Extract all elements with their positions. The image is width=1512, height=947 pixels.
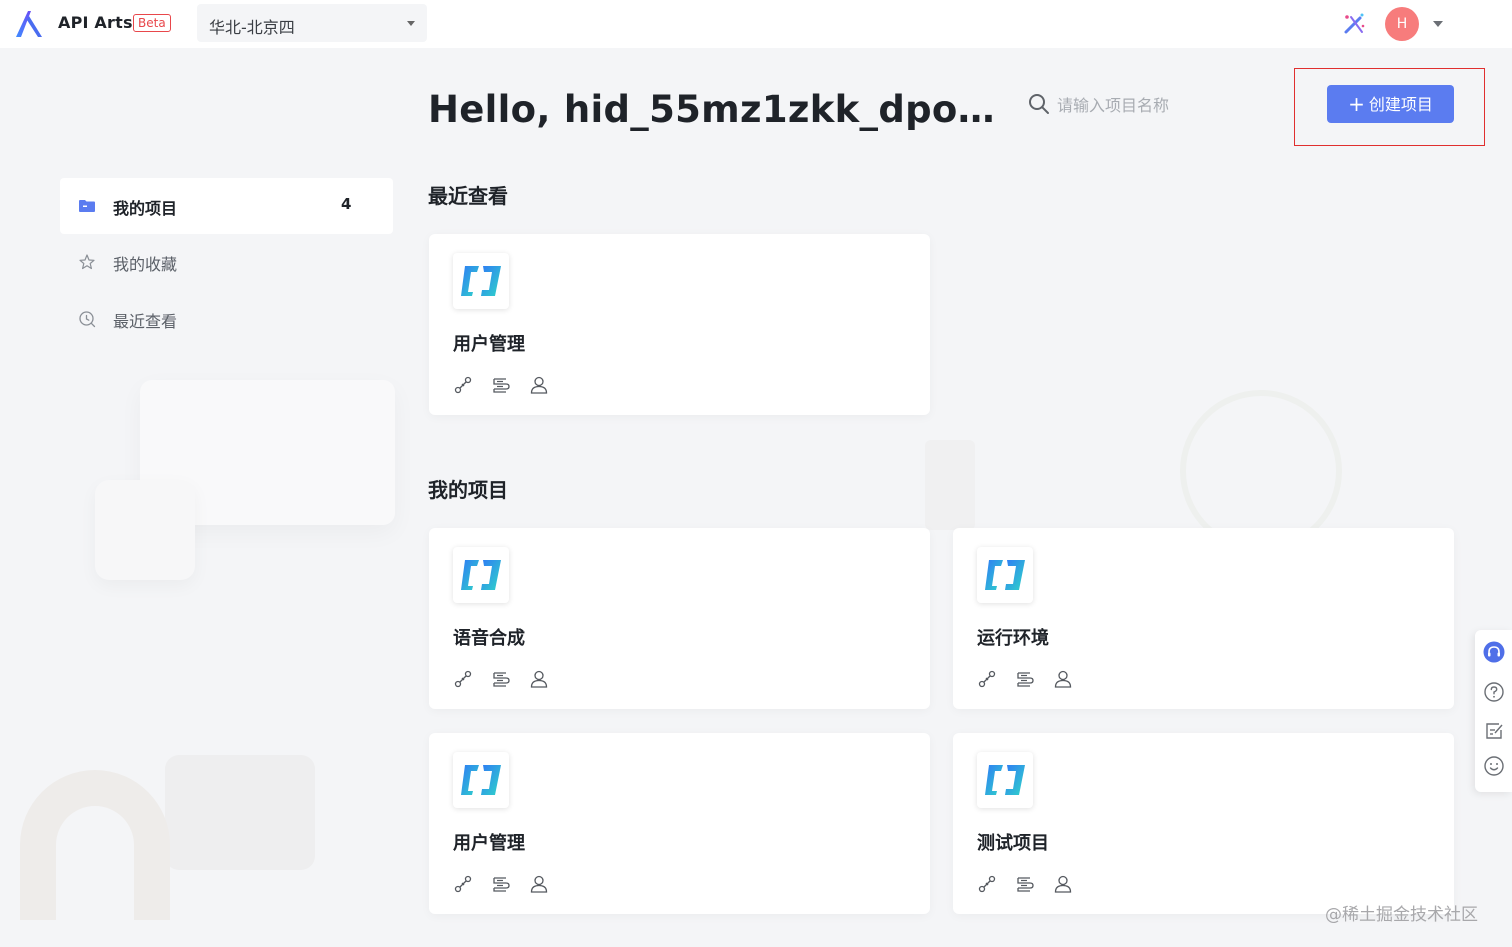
member-icon[interactable] — [1053, 669, 1073, 689]
sidebar-item-label: 最近查看 — [113, 312, 178, 331]
project-card[interactable]: 用户管理 — [429, 234, 930, 415]
region-select[interactable]: 华北-北京四 — [197, 4, 427, 42]
project-logo-icon — [977, 752, 1033, 808]
floating-toolbar — [1475, 630, 1512, 792]
user-menu-chevron-icon[interactable] — [1433, 21, 1443, 27]
project-card[interactable]: 用户管理 — [429, 733, 930, 914]
project-card[interactable]: 测试项目 — [953, 733, 1454, 914]
magic-wand-icon[interactable] — [1340, 10, 1368, 38]
api-icon[interactable] — [977, 669, 997, 689]
create-project-label: 创建项目 — [1368, 95, 1433, 114]
flow-icon[interactable] — [491, 375, 511, 395]
feedback-icon[interactable] — [1483, 720, 1505, 742]
help-icon[interactable] — [1483, 681, 1505, 703]
background-decoration — [925, 440, 975, 530]
page-title: Hello, hid_55mz1zkk_dpo… — [428, 88, 995, 131]
sidebar-item-my-projects[interactable]: 我的项目 4 — [60, 178, 393, 234]
region-value: 华北-北京四 — [209, 18, 295, 37]
member-icon[interactable] — [529, 375, 549, 395]
api-icon[interactable] — [977, 874, 997, 894]
project-name: 用户管理 — [453, 334, 525, 355]
folder-icon — [79, 200, 95, 212]
api-icon[interactable] — [453, 669, 473, 689]
create-project-button[interactable]: + 创建项目 — [1327, 85, 1454, 123]
project-name: 用户管理 — [453, 833, 525, 854]
project-logo-icon — [453, 253, 509, 309]
flow-icon[interactable] — [491, 669, 511, 689]
search-input[interactable] — [1055, 89, 1259, 121]
beta-badge: Beta — [133, 14, 171, 32]
avatar[interactable]: H — [1385, 7, 1419, 41]
flow-icon[interactable] — [491, 874, 511, 894]
app-logo-icon[interactable] — [13, 8, 45, 40]
api-icon[interactable] — [453, 874, 473, 894]
api-icon[interactable] — [453, 375, 473, 395]
project-logo-icon — [453, 752, 509, 808]
star-icon — [79, 254, 95, 270]
project-logo-icon — [453, 547, 509, 603]
project-count: 4 — [341, 195, 352, 213]
flow-icon[interactable] — [1015, 669, 1035, 689]
member-icon[interactable] — [529, 874, 549, 894]
search-icon — [1029, 94, 1049, 114]
sidebar-item-recent[interactable]: 最近查看 — [60, 291, 393, 347]
project-name: 运行环境 — [977, 628, 1049, 649]
projects-section-title: 我的项目 — [428, 478, 508, 502]
watermark: @稀土掘金技术社区 — [1325, 905, 1478, 925]
headset-icon[interactable] — [1483, 641, 1505, 663]
chevron-down-icon — [407, 21, 415, 26]
smile-icon[interactable] — [1483, 755, 1505, 777]
sidebar-item-favorites[interactable]: 我的收藏 — [60, 234, 393, 290]
background-decoration — [165, 755, 315, 870]
background-decoration — [20, 770, 170, 920]
sidebar-item-label: 我的收藏 — [113, 255, 178, 274]
project-card[interactable]: 语音合成 — [429, 528, 930, 709]
member-icon[interactable] — [1053, 874, 1073, 894]
project-name: 语音合成 — [453, 628, 525, 649]
app-name: API Arts — [58, 13, 133, 32]
background-decoration — [140, 380, 395, 525]
recent-section-title: 最近查看 — [428, 184, 508, 208]
sidebar-item-label: 我的项目 — [113, 199, 178, 218]
flow-icon[interactable] — [1015, 874, 1035, 894]
recent-icon — [79, 311, 96, 328]
project-name: 测试项目 — [977, 833, 1049, 854]
background-decoration — [95, 480, 195, 580]
plus-icon: + — [1348, 92, 1365, 116]
top-bar: API Arts Beta 华北-北京四 H — [0, 0, 1512, 48]
project-card[interactable]: 运行环境 — [953, 528, 1454, 709]
member-icon[interactable] — [529, 669, 549, 689]
project-logo-icon — [977, 547, 1033, 603]
